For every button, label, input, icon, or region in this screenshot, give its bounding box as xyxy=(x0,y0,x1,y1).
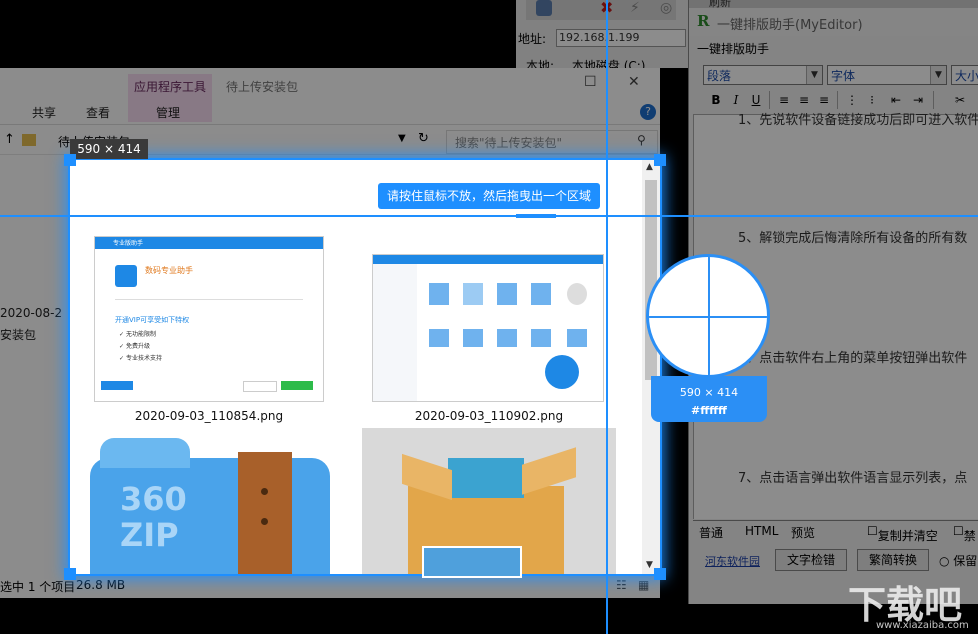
resize-handle-bottom-right[interactable] xyxy=(654,568,666,580)
thumb2-tile xyxy=(531,283,551,305)
app-logo-icon xyxy=(115,265,137,287)
resize-handle-bottom-left[interactable] xyxy=(64,568,76,580)
crosshair-horizontal-line xyxy=(0,215,978,217)
magnifier-size: 590 × 414 xyxy=(651,386,767,399)
thumb2-tile xyxy=(531,329,551,347)
thumb-titlebar: 专业版助手 xyxy=(95,237,323,249)
thumb2-tile xyxy=(497,283,517,305)
thumb-left-button xyxy=(101,381,133,390)
zip-strap xyxy=(238,452,292,574)
zip-text-360: 360 xyxy=(120,480,187,518)
thumb-item-text: 专业技术支持 xyxy=(126,355,162,362)
thumb2-tile xyxy=(497,329,517,347)
thumb-ok-button xyxy=(281,381,313,390)
thumb-item: ✓ 无功能限制 xyxy=(119,329,156,338)
vertical-scrollbar[interactable]: ▲ ▼ xyxy=(642,160,660,574)
watermark: 下载吧 www.xiazaiba.com xyxy=(846,574,976,634)
file-name[interactable]: 2020-09-03_110854.png xyxy=(94,409,324,423)
thumb-vip-label: 开通VIP可享受如下特权 xyxy=(115,315,189,325)
thumb-item-text: 无功能限制 xyxy=(126,331,156,338)
thumb2-titlebar xyxy=(373,255,603,264)
thumb2-tile xyxy=(463,329,483,347)
file-name[interactable]: 2020-09-03_110902.png xyxy=(374,409,604,423)
magnifier-crosshair-v xyxy=(708,257,710,378)
box-screen xyxy=(422,546,522,578)
thumb2-sidebar xyxy=(373,264,417,401)
box-glow xyxy=(448,458,524,498)
capture-selection[interactable]: 专业版助手 数码专业助手 开通VIP可享受如下特权 ✓ 无功能限制 ✓ 免费升级… xyxy=(70,160,660,574)
dim-overlay-left xyxy=(0,160,70,598)
crop-fab-icon xyxy=(545,355,579,389)
magnifier-info-panel: 590 × 414 #ffffff xyxy=(651,376,767,422)
thumb2-tile xyxy=(429,329,449,347)
thumb2-tile xyxy=(463,283,483,305)
thumb2-tile xyxy=(567,329,587,347)
magnifier-color: #ffffff xyxy=(651,404,767,417)
resize-handle-top-right[interactable] xyxy=(654,154,666,166)
dim-overlay-bottom xyxy=(70,574,660,598)
thumbnail-vip-dialog[interactable]: 专业版助手 数码专业助手 开通VIP可享受如下特权 ✓ 无功能限制 ✓ 免费升级… xyxy=(94,236,324,402)
scroll-down-icon[interactable]: ▼ xyxy=(646,560,653,570)
thumb-item: ✓ 专业技术支持 xyxy=(119,353,162,362)
thumbnail-app-window[interactable] xyxy=(372,254,604,402)
thumb-cancel-button xyxy=(243,381,277,392)
crosshair-vertical-line xyxy=(606,0,608,634)
capture-hint-tooltip: 请按住鼠标不放，然后拖曳出一个区域 xyxy=(378,183,600,209)
thumbnail-360zip[interactable]: 360 ZIP xyxy=(90,438,330,574)
thumb2-tile xyxy=(429,283,449,305)
thumb2-tile xyxy=(567,283,587,305)
watermark-url: www.xiazaiba.com xyxy=(876,620,969,631)
scroll-up-icon[interactable]: ▲ xyxy=(646,162,653,172)
thumb-item-text: 免费升级 xyxy=(126,343,150,350)
zip-rivet xyxy=(261,518,268,525)
thumb-window-title: 专业版助手 xyxy=(113,238,143,247)
thumb-heading: 数码专业助手 xyxy=(145,265,193,276)
thumbnail-install-box[interactable] xyxy=(362,428,616,574)
dim-overlay-netapp xyxy=(516,0,688,68)
magnifier-lens xyxy=(646,254,770,378)
resize-handle-top-left[interactable] xyxy=(64,154,76,166)
zip-text-zip: ZIP xyxy=(120,516,179,554)
thumb-divider xyxy=(115,299,303,300)
thumb-item: ✓ 免费升级 xyxy=(119,341,150,350)
zip-folder-tab xyxy=(100,438,190,468)
selection-size-tag: 590 × 414 xyxy=(70,139,148,159)
zip-rivet xyxy=(261,488,268,495)
